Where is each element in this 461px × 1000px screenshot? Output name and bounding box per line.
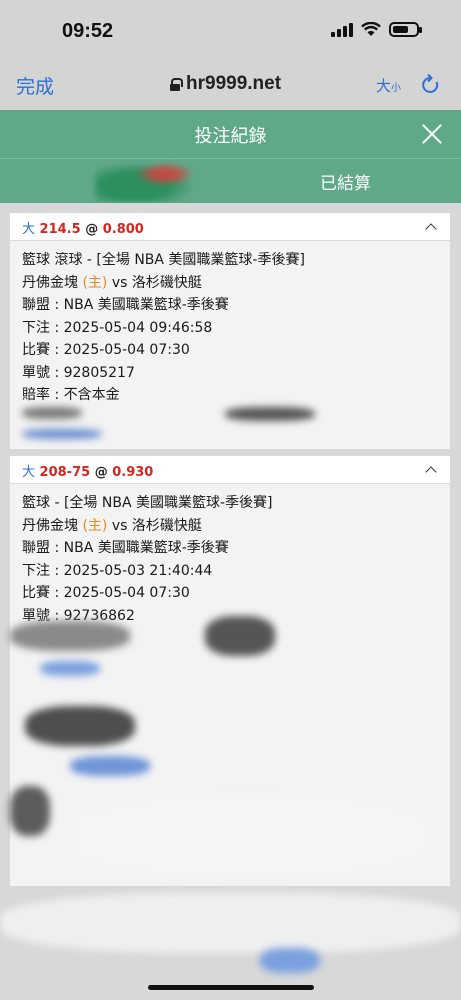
reload-icon[interactable]	[420, 73, 442, 97]
wifi-icon	[361, 22, 381, 36]
tab-settled[interactable]: 已結算	[320, 169, 371, 194]
ticket-number: 單號 : 92805217	[22, 364, 135, 381]
bet-teams: 丹佛金塊 (主) vs 洛杉磯快艇	[22, 515, 450, 538]
status-time: 09:52	[62, 20, 114, 42]
bet-time: 下注 : 2025-05-03 21:40:44	[22, 562, 213, 579]
away-team: vs 洛杉磯快艇	[111, 517, 202, 534]
bet-line: 208-75	[39, 465, 91, 480]
redaction-scribble	[70, 756, 150, 776]
bet-card-header[interactable]: 大 208-75 @ 0.930	[10, 456, 450, 484]
address-bar[interactable]: hr9999.net	[170, 73, 281, 95]
bet-sport-line: 籃球 滾球 - [全場 NBA 美國職業籃球-季後賽]	[22, 252, 305, 268]
redaction-scribble	[40, 661, 100, 676]
home-tag: (主)	[82, 517, 108, 534]
redaction-scribble	[260, 948, 320, 973]
bet-time: 下注 : 2025-05-04 09:46:58	[22, 319, 213, 336]
battery-icon	[389, 22, 422, 37]
match-time: 比賽 : 2025-05-04 07:30	[22, 585, 190, 601]
bet-at: @	[94, 465, 108, 480]
status-icons	[331, 22, 422, 37]
bet-odds: 0.930	[112, 465, 154, 480]
bet-card: 大 208-75 @ 0.930 籃球 - [全場 NBA 美國職業籃球-季後賽…	[10, 456, 450, 886]
bet-teams: 丹佛金塊 (主) vs 洛杉磯快艇	[22, 272, 450, 295]
text-size-big-label: 大	[376, 77, 392, 95]
redaction-scribble	[22, 429, 102, 439]
app-header: 投注紀錄	[0, 110, 461, 158]
home-indicator[interactable]	[148, 985, 314, 990]
page-title: 投注紀錄	[194, 126, 267, 147]
text-size-button[interactable]: 大小	[376, 75, 401, 96]
chevron-up-icon[interactable]	[426, 466, 436, 476]
bet-at: @	[85, 222, 99, 237]
chevron-up-icon[interactable]	[426, 223, 436, 233]
redaction-scribble	[25, 706, 135, 746]
bet-card-body: 籃球 - [全場 NBA 美國職業籃球-季後賽] 丹佛金塊 (主) vs 洛杉磯…	[10, 484, 450, 627]
bet-league: 聯盟 : NBA 美國職業籃球-季後賽	[22, 297, 229, 313]
bet-card: 大 214.5 @ 0.800 籃球 滾球 - [全場 NBA 美國職業籃球-季…	[10, 213, 450, 449]
bet-league: 聯盟 : NBA 美國職業籃球-季後賽	[22, 540, 229, 556]
redaction-scribble	[225, 407, 315, 421]
home-team: 丹佛金塊	[22, 517, 78, 534]
redaction-scribble	[205, 616, 275, 656]
bet-card-header[interactable]: 大 214.5 @ 0.800	[10, 213, 450, 241]
tab-bar: 已結算	[0, 158, 461, 203]
cellular-signal-icon	[331, 22, 353, 37]
lock-icon	[170, 77, 183, 91]
match-time: 比賽 : 2025-05-04 07:30	[22, 342, 190, 358]
bet-list: 大 214.5 @ 0.800 籃球 滾球 - [全場 NBA 美國職業籃球-季…	[0, 203, 461, 1000]
redaction-scribble	[10, 786, 50, 836]
home-tag: (主)	[82, 274, 108, 291]
bet-type: 大	[22, 465, 36, 480]
redaction-scribble	[0, 893, 461, 953]
redaction-scribble	[22, 407, 82, 419]
odds-type: 賠率 : 不含本金	[22, 387, 120, 403]
bet-line: 214.5	[39, 222, 81, 237]
status-bar: 09:52	[0, 0, 461, 62]
bet-odds: 0.800	[102, 222, 144, 237]
redaction-scribble	[10, 621, 130, 651]
bet-card-body: 籃球 滾球 - [全場 NBA 美國職業籃球-季後賽] 丹佛金塊 (主) vs …	[10, 241, 450, 407]
bet-type: 大	[22, 222, 36, 237]
text-size-small-label: 小	[391, 83, 402, 94]
redaction-smudge	[95, 162, 195, 202]
browser-toolbar: 完成 hr9999.net 大小	[0, 62, 461, 110]
close-icon[interactable]	[421, 123, 443, 145]
redaction-scribble	[70, 796, 430, 876]
home-team: 丹佛金塊	[22, 274, 78, 291]
done-button[interactable]: 完成	[16, 72, 54, 99]
bet-sport-line: 籃球 - [全場 NBA 美國職業籃球-季後賽]	[22, 495, 273, 511]
away-team: vs 洛杉磯快艇	[111, 274, 202, 291]
url-text: hr9999.net	[186, 73, 282, 94]
